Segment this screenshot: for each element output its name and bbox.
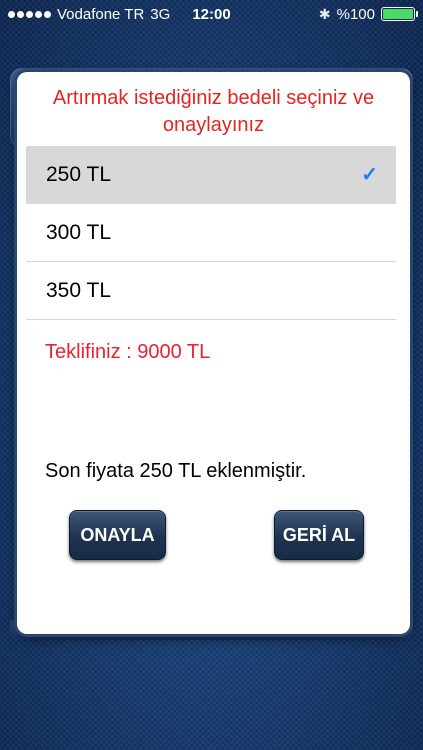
status-right: ✱ %100	[318, 5, 418, 23]
carrier-label: Vodafone TR	[57, 5, 145, 23]
option-label: 300 TL	[46, 220, 111, 244]
battery-icon	[381, 7, 418, 21]
offer-text: Teklifiniz : 9000 TL	[45, 341, 211, 363]
price-note: Son fiyata 250 TL eklenmiştir.	[45, 460, 307, 482]
amount-option-list: 250 TL ✓ 300 TL 350 TL	[26, 146, 396, 320]
option-300[interactable]: 300 TL	[26, 204, 396, 262]
network-label: 3G	[150, 5, 171, 23]
option-label: 350 TL	[46, 278, 111, 302]
option-250[interactable]: 250 TL ✓	[26, 146, 396, 204]
status-left: Vodafone TR 3G	[8, 6, 170, 23]
checkmark-icon: ✓	[361, 164, 378, 186]
battery-level	[383, 9, 413, 19]
signal-strength-icon	[8, 10, 51, 18]
clock: 12:00	[192, 5, 231, 23]
confirm-button[interactable]: ONAYLA	[69, 510, 166, 560]
option-350[interactable]: 350 TL	[26, 262, 396, 320]
bid-dialog: Artırmak istediğiniz bedeli seçiniz ve o…	[17, 72, 410, 634]
battery-percent: %100	[336, 5, 375, 23]
dialog-title: Artırmak istediğiniz bedeli seçiniz ve o…	[52, 87, 375, 136]
option-label: 250 TL	[46, 162, 111, 186]
status-bar: Vodafone TR 3G 12:00 ✱ %100	[0, 0, 423, 28]
bluetooth-icon: ✱	[318, 5, 331, 22]
undo-button[interactable]: GERİ AL	[274, 510, 364, 560]
